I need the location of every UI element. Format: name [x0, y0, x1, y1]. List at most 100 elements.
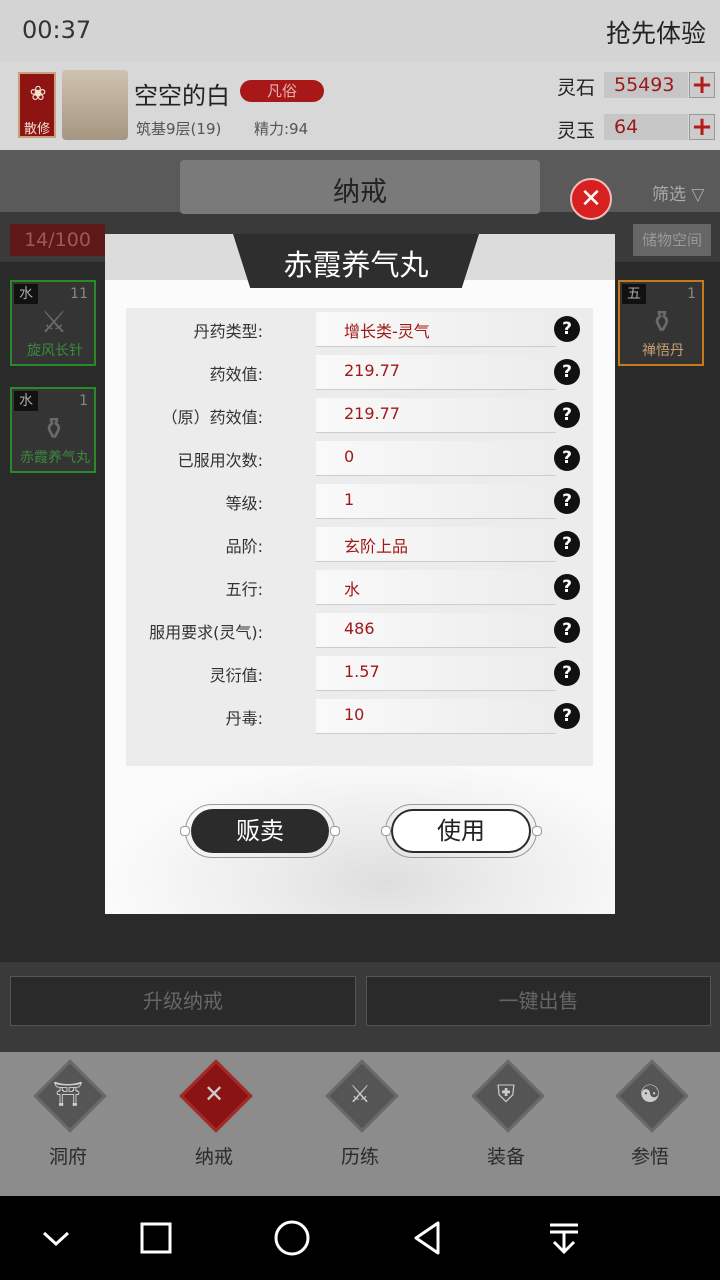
tab-label: 参悟: [630, 1146, 669, 1168]
needle-weapon-icon: ⚔: [40, 305, 68, 340]
pill-detail-dialog: 赤霞养气丸 丹药类型: 增长类-灵气 ? 药效值: 219.77 ? （原）药效…: [105, 234, 615, 914]
attribute-label: 灵衍值:: [209, 666, 263, 685]
avatar[interactable]: [62, 70, 128, 140]
item-count: 1: [687, 286, 696, 302]
button-knob: [532, 826, 542, 836]
attribute-row: 丹药类型: 增长类-灵气 ?: [126, 308, 593, 351]
help-icon[interactable]: ?: [554, 617, 580, 643]
inventory-item[interactable]: 水 11 ⚔ 旋风长针: [10, 280, 96, 366]
attribute-value: 玄阶上品: [344, 537, 409, 556]
element-tag: 水: [14, 391, 38, 411]
realm-level: 筑基9层(19): [136, 120, 222, 138]
tab-training[interactable]: ⚔ 历练: [310, 1059, 410, 1180]
attribute-row: （原）药效值: 219.77 ?: [126, 394, 593, 437]
attribute-table: 丹药类型: 增长类-灵气 ? 药效值: 219.77 ? （原）药效值: 219…: [126, 308, 593, 766]
button-knob: [381, 826, 391, 836]
help-icon[interactable]: ?: [554, 445, 580, 471]
spirit-jade-label: 灵玉: [557, 120, 596, 142]
back-triangle-icon[interactable]: [408, 1218, 448, 1258]
rank-badge: 凡俗: [240, 80, 324, 102]
spirit-stone-value: 55493: [604, 72, 688, 98]
help-icon[interactable]: ?: [554, 574, 580, 600]
spirit-stone-label: 灵石: [557, 77, 596, 99]
spirit-jade-value: 64: [604, 114, 688, 140]
help-icon[interactable]: ?: [554, 703, 580, 729]
ring-title: 纳戒: [333, 177, 387, 208]
tab-cave[interactable]: ⛩ 洞府: [18, 1059, 118, 1180]
notification-pull-icon[interactable]: [544, 1218, 584, 1258]
item-count: 11: [70, 286, 88, 302]
help-icon[interactable]: ?: [554, 488, 580, 514]
early-access-label[interactable]: 抢先体验: [606, 14, 706, 50]
collapse-chevron-icon[interactable]: [36, 1218, 76, 1258]
inventory-item[interactable]: 五 1 ⚱ 禅悟丹: [618, 280, 704, 366]
item-name: 赤霞养气丸: [20, 450, 90, 466]
help-icon[interactable]: ?: [554, 359, 580, 385]
item-name: 禅悟丹: [642, 343, 684, 359]
attribute-row: 品阶: 玄阶上品 ?: [126, 523, 593, 566]
attribute-label: 丹毒:: [225, 709, 263, 728]
attribute-row: 五行: 水 ?: [126, 566, 593, 609]
sect-badge[interactable]: ❀ 散修: [18, 72, 56, 138]
help-icon[interactable]: ?: [554, 660, 580, 686]
attribute-row: 药效值: 219.77 ?: [126, 351, 593, 394]
energy-value: 精力:94: [254, 120, 309, 138]
attribute-value: 0: [344, 447, 355, 466]
filter-button[interactable]: 筛选 ▽: [652, 180, 704, 205]
swords-glyph: ⚔: [349, 1080, 371, 1108]
funnel-icon: ▽: [691, 185, 705, 205]
attribute-label: 等级:: [225, 494, 263, 513]
close-icon: ✕: [580, 184, 602, 214]
attribute-value: 水: [344, 580, 361, 599]
attribute-value: 219.77: [344, 404, 400, 423]
add-spirit-stone-button[interactable]: +: [689, 72, 715, 98]
sell-button[interactable]: 贩卖: [191, 809, 329, 853]
filter-label: 筛选: [652, 185, 686, 205]
item-count: 1: [79, 393, 88, 409]
tab-insight[interactable]: ☯ 参悟: [600, 1059, 700, 1180]
attribute-value: 1.57: [344, 662, 380, 681]
capacity-counter: 14/100: [10, 224, 105, 256]
recents-square-icon[interactable]: [136, 1218, 176, 1258]
close-dialog-button[interactable]: ✕: [570, 178, 612, 220]
attribute-value: 10: [344, 705, 365, 724]
attribute-label: 丹药类型:: [193, 322, 263, 341]
tab-label: 纳戒: [194, 1146, 233, 1168]
clock: 00:37: [22, 16, 92, 44]
help-icon[interactable]: ?: [554, 531, 580, 557]
attribute-label: 药效值:: [209, 365, 263, 384]
sell-all-button[interactable]: 一键出售: [366, 976, 711, 1026]
add-spirit-jade-button[interactable]: +: [689, 114, 715, 140]
inventory-item[interactable]: 水 1 ⚱ 赤霞养气丸: [10, 387, 96, 473]
attribute-row: 已服用次数: 0 ?: [126, 437, 593, 480]
ring-glyph: ✕: [203, 1080, 225, 1108]
tab-label: 洞府: [48, 1146, 87, 1168]
use-button[interactable]: 使用: [391, 809, 531, 853]
attribute-label: 品阶:: [225, 537, 263, 556]
attribute-label: 五行:: [225, 580, 263, 599]
tab-label: 历练: [340, 1146, 379, 1168]
system-nav-bar: [0, 1196, 720, 1280]
attribute-row: 灵衍值: 1.57 ?: [126, 652, 593, 695]
storage-space-tab[interactable]: 储物空间: [633, 224, 711, 256]
armor-glyph: ⛨: [497, 1080, 515, 1108]
element-tag: 水: [14, 284, 38, 304]
item-name: 旋风长针: [27, 343, 83, 359]
tab-label: 装备: [486, 1146, 525, 1168]
tab-ring[interactable]: ✕ 纳戒: [164, 1059, 264, 1180]
help-icon[interactable]: ?: [554, 402, 580, 428]
attribute-label: 已服用次数:: [177, 451, 263, 470]
attribute-row: 等级: 1 ?: [126, 480, 593, 523]
book-glyph: ☯: [639, 1080, 661, 1108]
button-knob: [180, 826, 190, 836]
upgrade-ring-button[interactable]: 升级纳戒: [10, 976, 356, 1026]
tab-equipment[interactable]: ⛨ 装备: [456, 1059, 556, 1180]
home-circle-icon[interactable]: [272, 1218, 312, 1258]
element-tag: 五: [622, 284, 646, 304]
help-icon[interactable]: ?: [554, 316, 580, 342]
attribute-value: 1: [344, 490, 355, 509]
attribute-row: 服用要求(灵气): 486 ?: [126, 609, 593, 652]
attribute-label: （原）药效值:: [161, 408, 263, 427]
lotus-icon: ❀: [29, 81, 47, 105]
player-name: 空空的白: [134, 82, 230, 110]
